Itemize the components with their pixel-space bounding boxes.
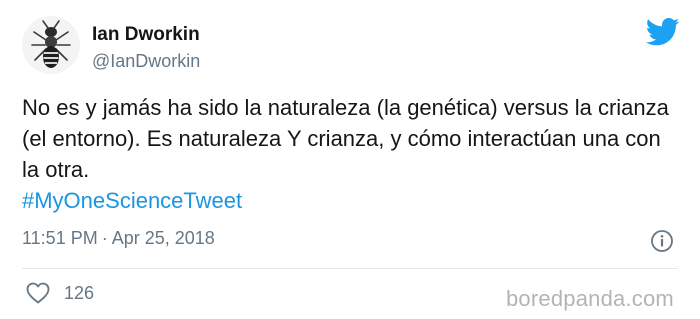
hashtag-link[interactable]: #MyOneScienceTweet — [22, 185, 682, 216]
info-icon[interactable] — [650, 229, 674, 253]
tweet-body: No es y jamás ha sido la naturaleza (la … — [22, 92, 682, 216]
tweet-text: No es y jamás ha sido la naturaleza (la … — [22, 95, 669, 182]
author-handle[interactable]: @IanDworkin — [92, 51, 200, 72]
watermark: boredpanda.com — [506, 286, 674, 311]
tweet-date: Apr 25, 2018 — [111, 228, 215, 248]
twitter-bird-icon[interactable] — [645, 18, 680, 46]
heart-icon[interactable] — [26, 282, 50, 304]
timestamp-separator: · — [101, 228, 108, 248]
wasp-avatar-icon — [22, 16, 80, 74]
avatar[interactable] — [22, 16, 80, 74]
tweet-time: 11:51 PM — [22, 228, 98, 248]
tweet-timestamp[interactable]: 11:51 PM · Apr 25, 2018 — [22, 228, 215, 249]
tweet-card: Ian Dworkin @IanDworkin No es y jamás ha… — [0, 0, 700, 319]
author-name[interactable]: Ian Dworkin — [92, 24, 200, 46]
divider — [22, 268, 678, 269]
like-count: 126 — [64, 283, 95, 303]
